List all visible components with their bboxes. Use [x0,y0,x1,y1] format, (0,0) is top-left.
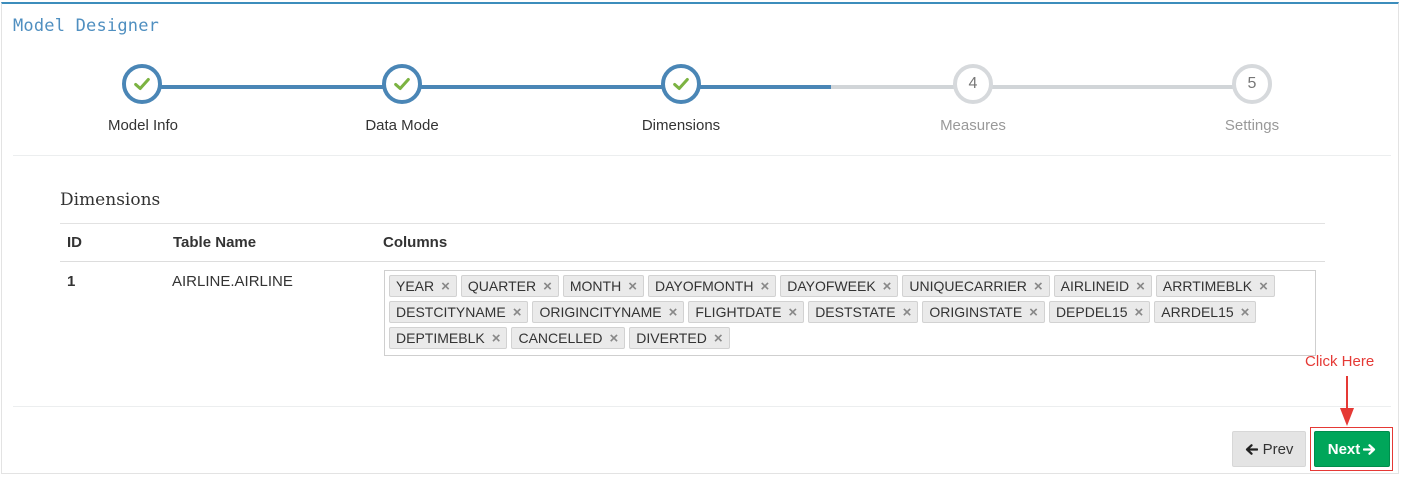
column-tag-label: YEAR [396,278,435,294]
step-5-label: Settings [1224,117,1280,134]
next-button[interactable]: Next [1314,431,1390,467]
remove-tag-icon[interactable]: × [492,331,501,346]
step-1-circle[interactable] [122,64,162,104]
column-tag: CANCELLED × [511,327,626,349]
column-tag: ORIGINSTATE × [922,301,1045,323]
column-tag: ORIGINCITYNAME × [532,301,685,323]
remove-tag-icon[interactable]: × [628,279,637,294]
column-tag: AIRLINEID × [1053,275,1152,297]
column-tag: DEPTIMEBLK × [389,327,508,349]
row-1-id: 1 [67,273,76,290]
dimensions-title: Dimensions [60,190,161,210]
step-2-label: Data Mode [365,117,439,134]
column-tag-label: DIVERTED [636,330,707,346]
column-tag: DAYOFWEEK × [780,275,899,297]
column-tag-label: DESTSTATE [815,304,896,320]
column-tag-label: ARRTIMEBLK [1162,278,1253,294]
remove-tag-icon[interactable]: × [610,331,619,346]
column-tag-label: CANCELLED [518,330,603,346]
next-button-label: Next [1327,440,1361,458]
remove-tag-icon[interactable]: × [760,279,769,294]
column-tag-label: UNIQUECARRIER [909,278,1027,294]
step-4-circle[interactable]: 4 [953,64,993,104]
step-3-circle[interactable] [661,64,701,104]
column-tag: YEAR × [389,275,457,297]
column-tag: DESTSTATE × [808,301,919,323]
column-tag-label: QUARTER [467,278,537,294]
column-tag-label: ORIGINSTATE [929,304,1023,320]
column-tag-label: FLIGHTDATE [695,304,782,320]
column-tag-label: DEPDEL15 [1055,304,1128,320]
column-tag: UNIQUECARRIER × [902,275,1050,297]
column-tag-label: DAYOFWEEK [787,278,876,294]
remove-tag-icon[interactable]: × [1259,279,1268,294]
remove-tag-icon[interactable]: × [1136,279,1145,294]
column-tag: ARRDEL15 × [1154,301,1257,323]
divider [13,406,1391,407]
check-icon [673,77,689,91]
prev-button-label: Prev [1262,440,1294,458]
remove-tag-icon[interactable]: × [788,305,797,320]
wizard-progress-remaining [831,85,1253,89]
column-tag: MONTH × [562,275,644,297]
step-5-circle[interactable]: 5 [1232,64,1272,104]
remove-tag-icon[interactable]: × [903,305,912,320]
wizard-progress-completed [144,85,831,89]
step-3-label: Dimensions [641,117,721,134]
step-4-label: Measures [940,117,1006,134]
check-icon [394,77,410,91]
column-tag-label: MONTH [569,278,622,294]
column-tag-label: ARRDEL15 [1161,304,1234,320]
step-4-number: 4 [968,75,978,92]
remove-tag-icon[interactable]: × [669,305,678,320]
column-tag-label: DEPTIMEBLK [396,330,485,346]
step-2-circle[interactable] [382,64,422,104]
table-header-border [60,261,1325,262]
remove-tag-icon[interactable]: × [513,305,522,320]
remove-tag-icon[interactable]: × [714,331,723,346]
check-icon [134,77,150,91]
table-top-border [60,223,1325,224]
row-1-table-name: AIRLINE.AIRLINE [172,273,293,290]
column-tag-label: AIRLINEID [1060,278,1130,294]
remove-tag-icon[interactable]: × [1135,305,1144,320]
column-tag: FLIGHTDATE × [688,301,805,323]
column-tag: DIVERTED × [629,327,730,349]
prev-button[interactable]: Prev [1232,431,1306,467]
arrow-right-icon [1363,443,1376,455]
column-tag: QUARTER × [460,275,559,297]
remove-tag-icon[interactable]: × [1029,305,1038,320]
columns-tag-input[interactable]: YEAR × QUARTER × MONTH × DAYOFMONTH × DAYOFWEEK ×… [384,270,1316,356]
arrow-left-icon [1245,443,1258,455]
column-tag-label: DESTCITYNAME [396,304,506,320]
column-tag: DAYOFMONTH × [647,275,777,297]
model-designer-panel: Model Designer Model Info Data Mode Dime… [1,2,1399,474]
remove-tag-icon[interactable]: × [441,279,450,294]
header-columns: Columns [383,234,448,251]
remove-tag-icon[interactable]: × [1034,279,1043,294]
column-tag: ARRTIMEBLK × [1155,275,1275,297]
remove-tag-icon[interactable]: × [543,279,552,294]
step-5-number: 5 [1247,75,1257,92]
column-tag: DESTCITYNAME × [389,301,529,323]
click-here-annotation: Click Here [1305,353,1375,370]
remove-tag-icon[interactable]: × [883,279,892,294]
column-tag: DEPDEL15 × [1048,301,1151,323]
divider [13,155,1391,156]
arrow-down-icon [1340,376,1354,426]
header-table-name: Table Name [173,234,257,251]
column-tag-label: ORIGINCITYNAME [539,304,662,320]
step-1-label: Model Info [107,117,179,134]
column-tag-label: DAYOFMONTH [654,278,754,294]
header-id: ID [67,234,82,251]
panel-title: Model Designer [13,16,160,36]
remove-tag-icon[interactable]: × [1241,305,1250,320]
